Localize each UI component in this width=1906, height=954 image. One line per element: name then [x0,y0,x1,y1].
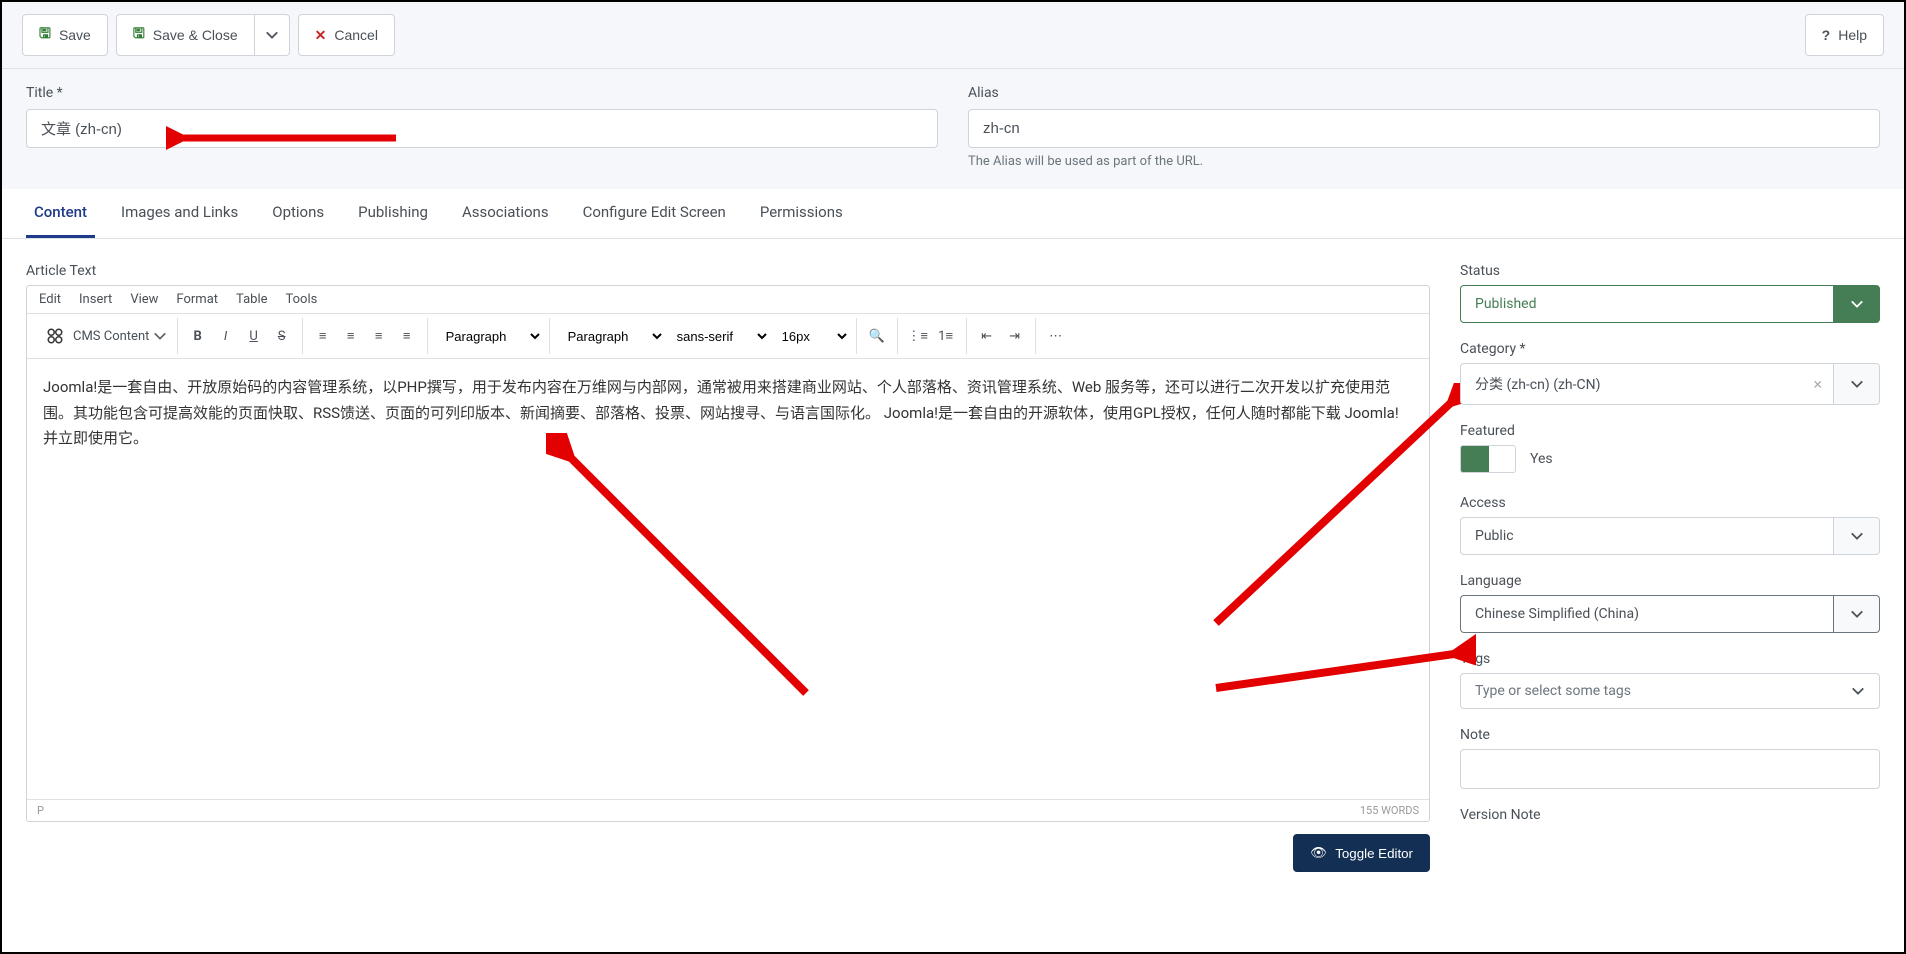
fontsize-select[interactable]: 16px [770,324,850,349]
save-icon: 🖫 [39,23,51,47]
note-input[interactable] [1460,749,1880,789]
close-icon: ✕ [315,27,327,44]
tabs-bar: Content Images and Links Options Publish… [2,189,1904,239]
action-toolbar: 🖫 Save 🖫 Save & Close ✕ Cancel ? Help [2,2,1904,69]
status-path: P [37,804,44,817]
bold-button[interactable]: B [184,322,212,350]
tags-label: Tags [1460,651,1880,667]
menu-view[interactable]: View [130,292,158,307]
save-close-label: Save & Close [153,27,238,43]
align-justify-button[interactable]: ≡ [393,322,421,350]
toolbar-left: 🖫 Save 🖫 Save & Close ✕ Cancel [22,14,395,56]
save-icon: 🖫 [133,23,145,47]
font-select[interactable]: sans-serif [665,324,770,349]
editor-content[interactable]: Joomla!是一套自由、开放原始码的内容管理系统，以PHP撰写，用于发布内容在… [27,359,1429,799]
title-alias-row: Title * Alias The Alias will be used as … [2,69,1904,189]
access-select[interactable]: Public [1460,517,1834,555]
menu-format[interactable]: Format [176,292,218,307]
search-button[interactable]: 🔍 [863,322,891,350]
joomla-icon[interactable] [41,322,69,350]
editor-column: Article Text Edit Insert View Format Tab… [26,263,1430,872]
status-label: Status [1460,263,1880,279]
status-select[interactable]: Published [1460,285,1834,323]
italic-button[interactable]: I [212,322,240,350]
outdent-button[interactable]: ⇤ [973,322,1001,350]
tab-images-links[interactable]: Images and Links [113,189,246,238]
bullet-list-button[interactable]: ⋮≡ [904,322,932,350]
cms-content-dropdown[interactable]: CMS Content [69,329,171,344]
eye-icon: 👁 [1310,845,1327,861]
tags-placeholder: Type or select some tags [1475,683,1631,699]
tab-permissions[interactable]: Permissions [752,189,851,238]
save-dropdown-button[interactable] [254,14,290,56]
strikethrough-button[interactable]: S [268,322,296,350]
note-label: Note [1460,727,1880,743]
access-dropdown-button[interactable] [1834,517,1880,555]
help-label: Help [1838,27,1867,43]
tab-associations[interactable]: Associations [454,189,557,238]
cancel-label: Cancel [334,27,378,43]
save-label: Save [59,27,91,43]
indent-button[interactable]: ⇥ [1001,322,1029,350]
save-close-button[interactable]: 🖫 Save & Close [116,14,254,56]
save-close-group: 🖫 Save & Close [116,14,290,56]
more-button[interactable]: ⋯ [1042,322,1070,350]
featured-text: Yes [1530,451,1553,467]
tab-publishing[interactable]: Publishing [350,189,436,238]
help-icon: ? [1822,27,1831,43]
alias-field: Alias The Alias will be used as part of … [968,85,1880,169]
menu-edit[interactable]: Edit [39,292,61,307]
tab-content[interactable]: Content [26,189,95,238]
language-label: Language [1460,573,1880,589]
language-select[interactable]: Chinese Simplified (China) [1460,595,1834,633]
editor-box: Edit Insert View Format Table Tools CMS … [26,285,1430,822]
tab-options[interactable]: Options [264,189,332,238]
access-label: Access [1460,495,1880,511]
chevron-down-icon [1851,684,1865,698]
align-left-button[interactable]: ≡ [309,322,337,350]
version-note-label: Version Note [1460,807,1880,823]
editor-statusbar: P 155 WORDS [27,799,1429,821]
align-right-button[interactable]: ≡ [365,322,393,350]
align-center-button[interactable]: ≡ [337,322,365,350]
toggle-editor-button[interactable]: 👁 Toggle Editor [1293,834,1430,872]
language-dropdown-button[interactable] [1834,595,1880,633]
menu-insert[interactable]: Insert [79,292,112,307]
category-select[interactable]: 分类 (zh-cn) (zh-CN) [1460,363,1834,405]
editor-toolbar: CMS Content B I U S ≡ ≡ ≡ ≡ Paragraph [27,314,1429,359]
toggle-editor-label: Toggle Editor [1335,846,1413,861]
alias-input[interactable] [968,109,1880,148]
editor-menubar: Edit Insert View Format Table Tools [27,286,1429,314]
status-dropdown-button[interactable] [1834,285,1880,323]
paragraph-select-2[interactable]: Paragraph [556,324,665,349]
title-input[interactable] [26,109,938,148]
sidebar: Status Published Category * 分类 (zh-cn) (… [1460,263,1880,872]
number-list-button[interactable]: 1≡ [932,322,960,350]
chevron-down-icon [265,28,279,42]
title-field: Title * [26,85,938,169]
category-dropdown-button[interactable] [1834,363,1880,405]
alias-help: The Alias will be used as part of the UR… [968,154,1880,169]
help-button[interactable]: ? Help [1805,14,1884,56]
underline-button[interactable]: U [240,322,268,350]
cancel-button[interactable]: ✕ Cancel [298,14,395,56]
menu-tools[interactable]: Tools [286,292,318,307]
article-text-label: Article Text [26,263,1430,279]
tab-configure-edit[interactable]: Configure Edit Screen [575,189,734,238]
paragraph-select-1[interactable]: Paragraph [434,324,543,349]
content-area: Article Text Edit Insert View Format Tab… [2,239,1904,872]
tags-input[interactable]: Type or select some tags [1460,673,1880,709]
save-button[interactable]: 🖫 Save [22,14,108,56]
category-label: Category * [1460,341,1880,357]
word-count: 155 WORDS [1360,804,1419,817]
clear-category-icon[interactable]: × [1813,375,1822,394]
featured-label: Featured [1460,423,1880,439]
alias-label: Alias [968,85,1880,101]
menu-table[interactable]: Table [236,292,267,307]
featured-toggle[interactable] [1460,445,1516,473]
title-label: Title * [26,85,938,101]
